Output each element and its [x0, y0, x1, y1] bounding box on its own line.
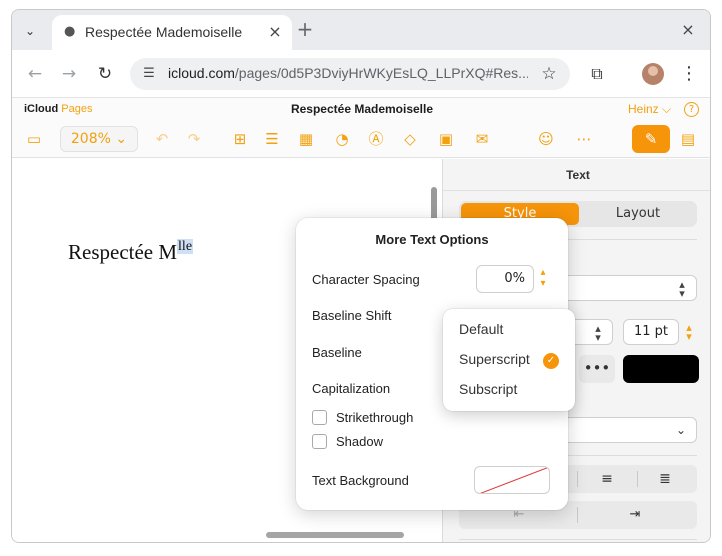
- character-spacing-label: Character Spacing: [312, 272, 420, 287]
- address-bar: ← → ↻ ☰ icloud.com/pages/0d5P3DviyHrWKyE…: [12, 50, 710, 98]
- baseline-label: Baseline: [312, 345, 362, 360]
- font-size-stepper-icon[interactable]: ▴ ▾: [681, 322, 697, 342]
- extensions-puzzle-icon[interactable]: ⧉: [586, 63, 608, 85]
- view-sidebar-icon[interactable]: ▭: [22, 128, 46, 150]
- brand-pages: Pages: [61, 103, 93, 115]
- format-paintbrush-icon[interactable]: ✎: [632, 125, 670, 153]
- back-icon[interactable]: ←: [24, 63, 46, 85]
- divider: [459, 539, 697, 540]
- sidebar-header: Text: [443, 159, 710, 191]
- capitalization-label: Capitalization: [312, 381, 391, 396]
- tab-close-icon[interactable]: ×: [266, 23, 284, 41]
- insert-comment-icon[interactable]: ✉: [470, 128, 494, 150]
- collaborate-icon[interactable]: ☺: [534, 128, 558, 150]
- browser-tab[interactable]: ● Respectée Mademoiselle ×: [52, 15, 292, 50]
- character-spacing-stepper-icon[interactable]: ▴ ▾: [536, 267, 550, 291]
- tab-title: Respectée Mademoiselle: [85, 24, 243, 40]
- user-name: Heinz: [628, 102, 659, 116]
- chevron-down-icon: ⌄: [676, 423, 687, 437]
- url-omnibox[interactable]: ☰ icloud.com/pages/0d5P3DviyHrWKyEsLQ_LL…: [130, 58, 570, 90]
- zoom-value: 208%: [70, 131, 111, 147]
- text-superscript-selected[interactable]: lle: [177, 239, 194, 254]
- insert-media-icon[interactable]: ▣: [434, 128, 458, 150]
- user-menu[interactable]: Heinz ⌵: [628, 102, 671, 117]
- window-close-icon[interactable]: ×: [678, 20, 698, 40]
- document-text[interactable]: Respectée Mlle: [68, 239, 194, 265]
- undo-icon[interactable]: ↶: [150, 128, 174, 150]
- text-background-swatch[interactable]: [474, 466, 550, 494]
- text-main: Respectée M: [68, 240, 178, 264]
- tab-search-chevron-down-icon[interactable]: ⌄: [20, 21, 40, 41]
- insert-plus-icon[interactable]: ⊞: [228, 128, 252, 150]
- insert-shape-icon[interactable]: ◇: [398, 128, 422, 150]
- new-tab-plus-icon[interactable]: +: [295, 19, 315, 40]
- apple-icon: ●: [64, 24, 76, 39]
- text-background-label: Text Background: [312, 473, 409, 488]
- font-size-field[interactable]: 11 pt: [623, 319, 679, 345]
- forward-icon[interactable]: →: [58, 63, 80, 85]
- separator: [637, 471, 638, 487]
- align-justify-icon[interactable]: ≣: [645, 468, 685, 490]
- insert-text-icon[interactable]: Ⓐ: [364, 128, 388, 150]
- checkmark-icon: ✓: [543, 353, 559, 369]
- shadow-label[interactable]: Shadow: [336, 434, 383, 449]
- app-brand: iCloud Pages: [24, 103, 92, 115]
- shadow-checkbox[interactable]: [312, 434, 327, 449]
- help-icon[interactable]: ?: [684, 102, 699, 117]
- align-right-icon[interactable]: ≡: [587, 468, 627, 490]
- separator: [577, 471, 578, 487]
- insert-table-icon[interactable]: ▦: [294, 128, 318, 150]
- tab-layout[interactable]: Layout: [581, 203, 695, 225]
- separator: [577, 507, 578, 523]
- strikethrough-checkbox[interactable]: [312, 410, 327, 425]
- menu-item-default[interactable]: Default: [459, 321, 569, 337]
- text-color-well[interactable]: [623, 355, 699, 383]
- popover-title: More Text Options: [375, 232, 489, 247]
- document-setup-icon[interactable]: ▤: [676, 128, 700, 150]
- baseline-menu: Default Superscript ✓ Subscript: [443, 309, 575, 411]
- reload-icon[interactable]: ↻: [94, 63, 116, 85]
- more-text-options-button[interactable]: •••: [579, 355, 615, 383]
- character-spacing-field[interactable]: 0%: [476, 265, 534, 293]
- chevron-updown-icon: ▴ ▾: [679, 278, 685, 300]
- more-options-icon[interactable]: ⋯: [572, 128, 596, 150]
- profile-avatar[interactable]: [642, 63, 664, 85]
- insert-chart-icon[interactable]: ◔: [330, 128, 354, 150]
- insert-list-icon[interactable]: ☰: [260, 128, 284, 150]
- url-host: icloud.com: [168, 65, 235, 81]
- document-title: Respectée Mademoiselle: [290, 102, 434, 116]
- browser-window: ⌄ ● Respectée Mademoiselle × + × ← → ↻ ☰…: [11, 9, 711, 543]
- baseline-shift-label: Baseline Shift: [312, 308, 392, 323]
- chevron-down-icon: ⌵: [662, 102, 672, 116]
- strikethrough-label[interactable]: Strikethrough: [336, 410, 413, 425]
- url-text[interactable]: icloud.com/pages/0d5P3DviyHrWKyEsLQ_LLPr…: [168, 65, 528, 81]
- pages-toolbar: iCloud Pages Respectée Mademoiselle Hein…: [12, 98, 710, 158]
- kebab-menu-icon[interactable]: ⋮: [680, 63, 698, 85]
- menu-item-subscript[interactable]: Subscript: [459, 381, 569, 397]
- chevron-down-icon: ⌄: [115, 131, 128, 147]
- zoom-select[interactable]: 208% ⌄: [60, 126, 138, 152]
- site-settings-icon[interactable]: ☰: [140, 65, 158, 83]
- bookmark-star-icon[interactable]: ☆: [538, 63, 560, 85]
- increase-indent-icon[interactable]: ⇥: [615, 504, 655, 526]
- brand-icloud: iCloud: [24, 103, 59, 115]
- url-path: /pages/0d5P3DviyHrWKyEsLQ_LLPrXQ#Res...: [234, 65, 528, 81]
- tab-bar: ⌄ ● Respectée Mademoiselle × + ×: [12, 10, 710, 50]
- horizontal-scrollbar[interactable]: [266, 532, 404, 538]
- chevron-updown-icon: ▴ ▾: [595, 322, 601, 344]
- redo-icon[interactable]: ↷: [182, 128, 206, 150]
